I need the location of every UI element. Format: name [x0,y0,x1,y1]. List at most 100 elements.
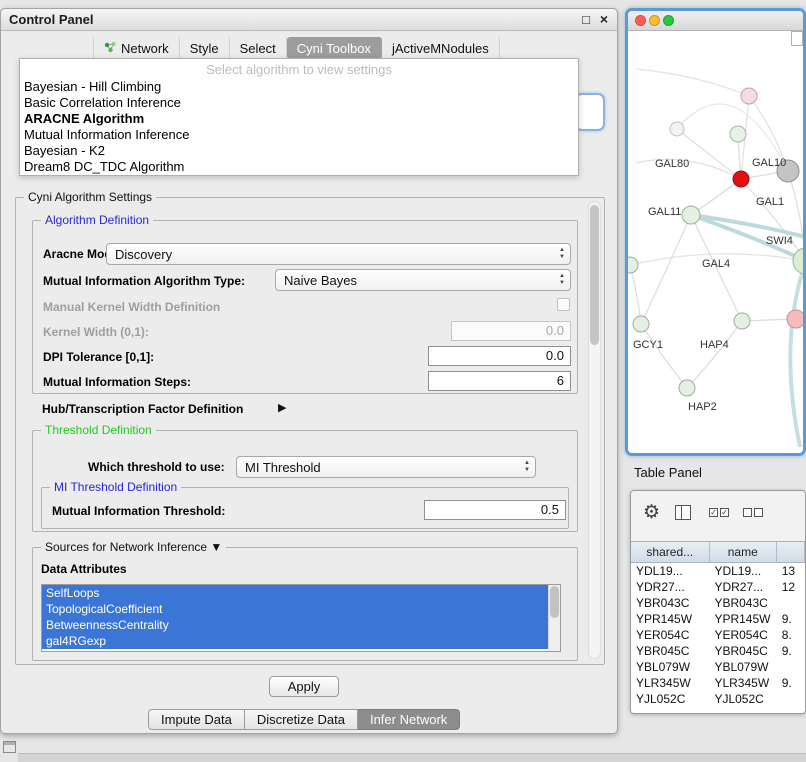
table-row[interactable]: YLR345WYLR345W9. [631,675,805,691]
node-label-gal80: GAL80 [655,158,689,170]
network-canvas[interactable]: GAL80GAL10GAL11GAL1SWI4GAL4GCY1HAP4HAP2 [628,31,803,453]
algorithm-option-mutual-information-inference[interactable]: Mutual Information Inference [20,127,578,143]
network-edge[interactable] [641,215,691,324]
control-panel-window: Control Panel □ × Network StyleSelectCyni… [0,8,618,734]
expand-triangle-icon[interactable]: ▶ [278,401,286,414]
network-node[interactable] [793,248,803,274]
network-edge[interactable] [636,69,749,96]
bottom-tabs: Impute DataDiscretize DataInfer Network [148,709,460,730]
spinner-arrows-icon: ▲▼ [524,460,530,474]
network-node[interactable] [670,122,684,136]
network-node[interactable] [633,316,649,332]
settings-scrollbar-thumb[interactable] [590,205,599,345]
attribute-item-selfloops[interactable]: SelfLoops [42,585,548,601]
attribute-item-betweennesscentrality[interactable]: BetweennessCentrality [42,617,548,633]
network-node[interactable] [733,171,749,187]
table-cell [777,595,805,611]
network-edge[interactable] [788,171,803,261]
network-edge[interactable] [641,324,687,388]
tab-cyni-toolbox[interactable]: Cyni Toolbox [287,37,382,59]
network-node[interactable] [682,206,700,224]
tab-select[interactable]: Select [230,37,287,59]
network-edge[interactable] [630,265,641,324]
node-label-gal11: GAL11 [648,206,681,218]
network-view-window[interactable]: GAL80GAL10GAL11GAL1SWI4GAL4GCY1HAP4HAP2 [625,8,806,456]
table-cell: 9. [777,675,805,691]
manual-kernel-checkbox[interactable] [557,298,570,311]
kernel-width-label: Kernel Width (0,1): [43,325,149,339]
network-node[interactable] [787,310,803,328]
aracne-mode-select[interactable]: Discovery ▲▼ [106,243,571,265]
table-cell: YBR045C [709,643,776,659]
table-row[interactable]: YJL052CYJL052C [631,691,805,707]
network-node[interactable] [734,313,750,329]
table-row[interactable]: YER054CYER054C8. [631,627,805,643]
table-row[interactable]: YBR045CYBR045C9. [631,643,805,659]
mi-steps-input[interactable]: 6 [428,371,571,391]
attributes-scrollbar[interactable] [548,585,560,651]
tab-network[interactable]: Network [93,37,180,59]
node-label-swi4: SWI4 [766,235,793,247]
which-threshold-value: MI Threshold [245,460,321,475]
network-node[interactable] [741,88,757,104]
algorithm-select-fragment[interactable] [575,93,605,131]
select-all-icon[interactable]: ✓✓ [709,508,729,517]
close-traffic-light[interactable] [635,15,646,26]
gear-icon[interactable]: ⚙ [643,501,660,524]
network-graph[interactable]: GAL80GAL10GAL11GAL1SWI4GAL4GCY1HAP4HAP2 [628,31,803,453]
node-label-gal4: GAL4 [702,258,730,270]
column-browser-icon[interactable] [675,505,691,520]
minimized-panel-icon[interactable] [3,741,16,753]
apply-button[interactable]: Apply [269,676,339,697]
table-row[interactable]: YDR27...YDR27...12 [631,579,805,595]
which-threshold-select[interactable]: MI Threshold ▲▼ [236,456,536,478]
table-row[interactable]: YDL19...YDL19...13 [631,563,805,579]
bottom-tab-infer-network[interactable]: Infer Network [358,709,460,730]
minimize-traffic-light[interactable] [649,15,660,26]
zoom-traffic-light[interactable] [663,15,674,26]
float-window-icon[interactable]: □ [582,12,590,27]
network-window-titlebar[interactable] [628,11,803,31]
table-cell: YJL052C [631,691,709,707]
column-header-shared[interactable]: shared... [631,542,710,562]
network-edge[interactable] [790,261,803,447]
deselect-all-icon[interactable] [743,508,763,517]
tab-label: Network [121,41,169,56]
network-node[interactable] [628,257,638,273]
data-attributes-list[interactable]: SelfLoopsTopologicalCoefficientBetweenne… [41,584,561,652]
tab-jactivemnodules[interactable]: jActiveMNodules [382,37,500,59]
column-header-2[interactable] [777,542,805,562]
tab-label: jActiveMNodules [392,41,489,56]
bottom-tab-discretize-data[interactable]: Discretize Data [245,709,358,730]
table-panel-title: Table Panel [634,465,702,480]
network-node[interactable] [730,126,746,142]
network-edge[interactable] [687,321,742,388]
bottom-tab-impute-data[interactable]: Impute Data [148,709,245,730]
attributes-scrollbar-thumb[interactable] [550,586,559,618]
attribute-item-gal4rgexp[interactable]: gal4RGexp [42,633,548,649]
table-row[interactable]: YPR145WYPR145W9. [631,611,805,627]
algorithm-option-aracne-algorithm[interactable]: ARACNE Algorithm [20,111,578,127]
column-header-name[interactable]: name [710,542,777,562]
dpi-tolerance-input[interactable]: 0.0 [428,346,571,366]
algorithm-option-bayesian-k2[interactable]: Bayesian - K2 [20,143,578,159]
network-node[interactable] [679,380,695,396]
algorithm-option-bayesian-hill-climbing[interactable]: Bayesian - Hill Climbing [20,79,578,95]
close-window-icon[interactable]: × [600,11,608,27]
kernel-width-input[interactable]: 0.0 [451,321,571,341]
algorithm-option-dream8-dc-tdc-algorithm[interactable]: Dream8 DC_TDC Algorithm [20,159,578,175]
network-corner-box[interactable] [791,31,803,46]
control-panel-titlebar[interactable]: Control Panel □ × [1,9,617,31]
table-cell: 9. [777,643,805,659]
settings-scrollbar[interactable] [588,201,601,659]
mi-threshold-input[interactable]: 0.5 [424,500,566,520]
algorithm-definition-group: Algorithm Definition Aracne Mode: Discov… [32,220,578,394]
algorithm-option-basic-correlation-inference[interactable]: Basic Correlation Inference [20,95,578,111]
attribute-item-topologicalcoefficient[interactable]: TopologicalCoefficient [42,601,548,617]
sources-group: Sources for Network Inference ▼ Data Att… [32,547,578,661]
table-row[interactable]: YBR043CYBR043C [631,595,805,611]
tab-style[interactable]: Style [180,37,230,59]
mi-algorithm-type-select[interactable]: Naive Bayes ▲▼ [275,269,571,291]
collapse-triangle-icon[interactable]: ▼ [210,540,222,554]
table-row[interactable]: YBL079WYBL079W [631,659,805,675]
